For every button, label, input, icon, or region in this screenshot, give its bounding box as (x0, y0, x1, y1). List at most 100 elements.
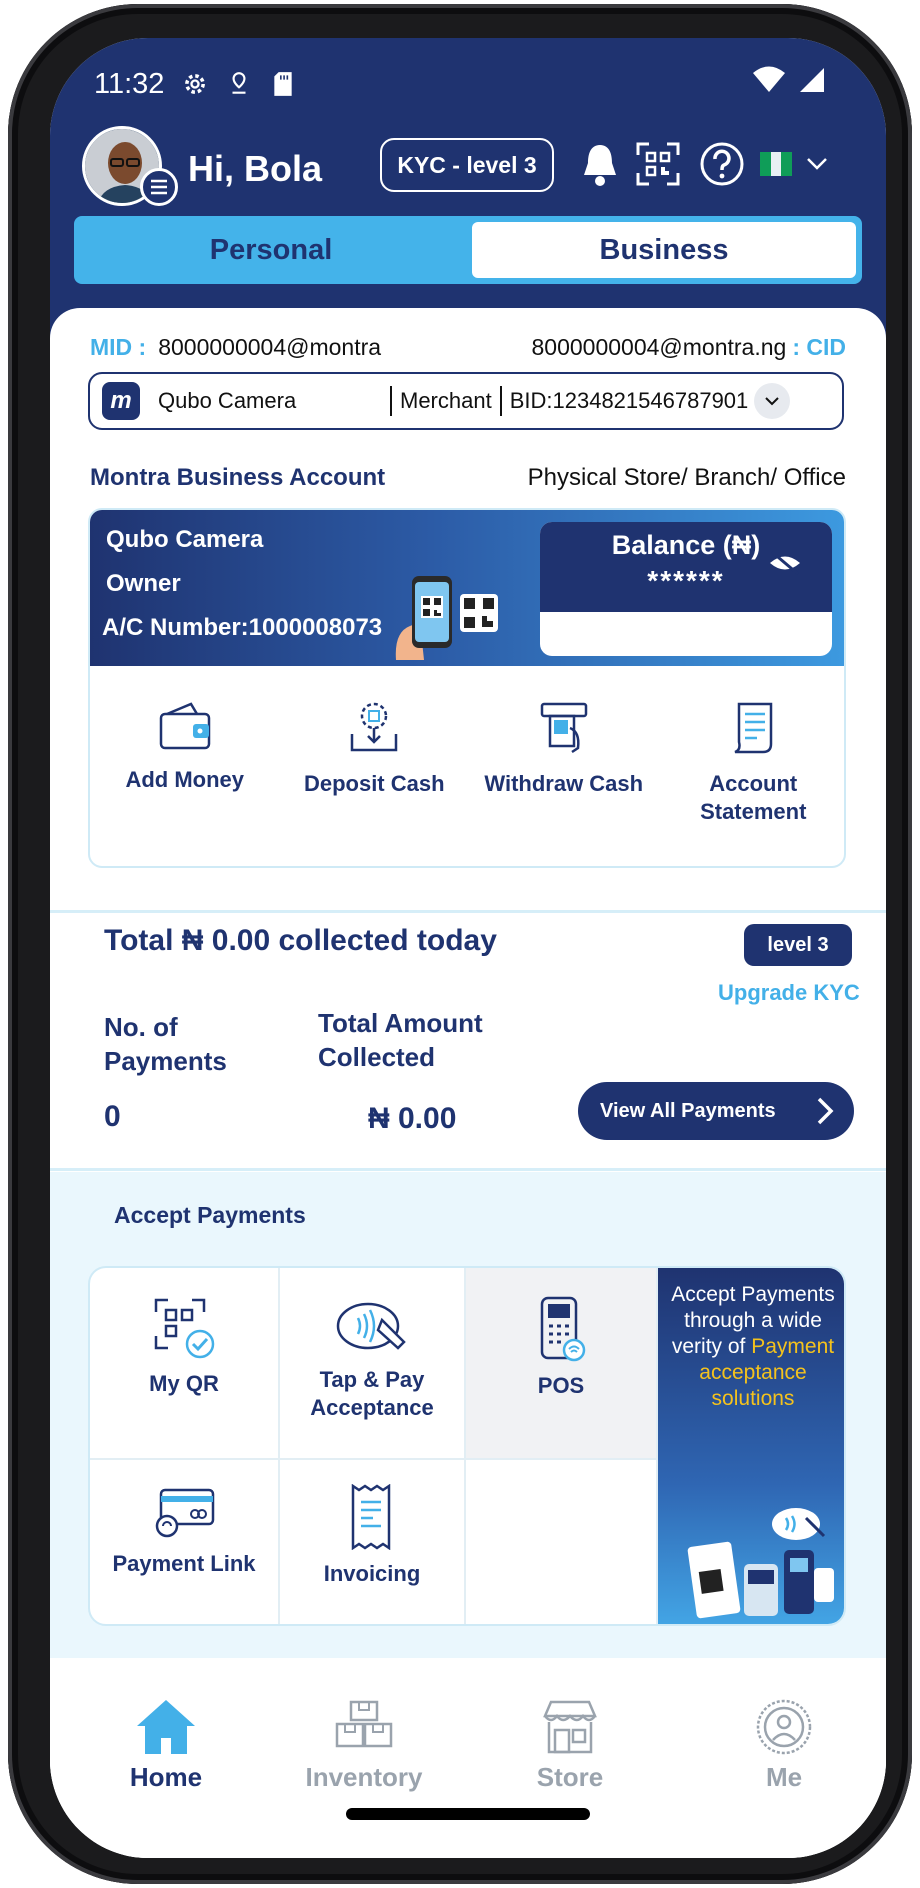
view-all-payments-label: View All Payments (600, 1099, 776, 1122)
divider (50, 1168, 886, 1171)
account-actions: Add Money Deposit Cash Withdraw Cash Acc… (90, 670, 845, 850)
deposit-cash-button[interactable]: Deposit Cash (280, 670, 470, 850)
gear-icon (180, 69, 210, 99)
kyc-level-pill[interactable]: KYC - level 3 (380, 138, 554, 192)
sd-card-icon (268, 69, 298, 99)
tab-personal[interactable]: Personal (80, 222, 462, 278)
divider (50, 910, 886, 913)
profile-icon (756, 1699, 812, 1755)
merchant-role: Merchant (400, 388, 492, 413)
grid-item-label: My QR (149, 1371, 219, 1396)
store-icon (543, 1700, 597, 1754)
payment-link-icon (155, 1488, 215, 1538)
home-indicator[interactable] (346, 1808, 590, 1820)
accept-payments-grid: My QR Tap & Pay Acceptance POS Payment L… (88, 1266, 846, 1626)
tap-pay-acceptance-button[interactable]: Tap & Pay Acceptance (280, 1268, 466, 1460)
withdraw-cash-button[interactable]: Withdraw Cash (469, 670, 659, 850)
menu-icon[interactable] (140, 168, 178, 206)
montra-logo-icon: m (102, 382, 140, 420)
help-icon[interactable] (696, 136, 748, 192)
business-name: Qubo Camera (106, 526, 264, 553)
merchant-selector[interactable]: m Qubo Camera Merchant BID:1234821546787… (88, 372, 844, 430)
chevron-down-icon[interactable] (800, 136, 834, 192)
merchant-ids: MID : 8000000004@montra 8000000004@montr… (90, 334, 846, 361)
wallet-icon (159, 702, 210, 750)
separator (499, 386, 502, 416)
nav-label: Inventory (305, 1762, 423, 1792)
grid-item-label: Payment Link (112, 1551, 256, 1576)
bell-icon[interactable] (574, 136, 626, 192)
greeting: Hi, Bola (188, 148, 323, 189)
account-banner: Qubo Camera Owner A/C Number:1000008073 … (90, 510, 844, 666)
action-label: Withdraw Cash (484, 771, 644, 796)
cid-value: 8000000004@montra.ng (531, 334, 787, 360)
action-label: Deposit Cash (303, 771, 445, 796)
location-type: Physical Store/ Branch/ Office (527, 464, 846, 491)
account-statement-button[interactable]: Account Statement (659, 670, 845, 850)
my-qr-button[interactable]: My QR (90, 1268, 280, 1460)
action-label: Add Money (125, 767, 245, 792)
nav-label: Store (536, 1762, 604, 1792)
statement-icon (734, 702, 773, 754)
account-role: Owner (106, 570, 181, 597)
mid-value: 8000000004@montra (158, 334, 382, 360)
nav-home[interactable]: Home (86, 1698, 246, 1793)
total-amount-value: ₦ 0.00 (368, 1102, 457, 1135)
phone-frame: 11:32 Hi, Bola KYC - level 3 Personal Bu… (8, 4, 912, 1884)
collected-today-title: Total ₦ 0.00 collected today (104, 924, 497, 957)
atm-withdraw-icon (540, 702, 587, 754)
balance-box: Balance (₦) ****** (540, 522, 832, 656)
merchant-bid: BID:1234821546787901 (509, 388, 749, 413)
nav-label: Me (765, 1762, 803, 1792)
tap-pay-icon (336, 1302, 406, 1350)
status-bar: 11:32 (94, 62, 826, 106)
invoice-icon (351, 1484, 391, 1550)
home-icon (137, 1700, 195, 1754)
action-label: Account Statement (700, 771, 807, 824)
tab-business[interactable]: Business (472, 222, 856, 278)
separator (390, 386, 392, 416)
grid-item-label: Tap & Pay Acceptance (310, 1367, 434, 1420)
level-badge: level 3 (744, 924, 852, 966)
signal-icon (798, 66, 826, 102)
scan-qr-icon[interactable] (632, 136, 684, 192)
nav-me[interactable]: Me (704, 1698, 864, 1793)
nav-label: Home (129, 1762, 203, 1792)
invoicing-button[interactable]: Invoicing (280, 1460, 466, 1624)
merchant-name: Qubo Camera (158, 388, 297, 413)
nigeria-flag-icon[interactable] (756, 136, 796, 192)
business-account-card: Qubo Camera Owner A/C Number:1000008073 … (88, 508, 846, 868)
bottom-nav: Home Inventory Store Me (50, 1658, 886, 1858)
account-number: A/C Number:1000008073 (102, 614, 383, 641)
cid-label: : CID (792, 334, 846, 360)
upgrade-kyc-link[interactable]: Upgrade KYC (718, 980, 860, 1006)
pos-terminal-icon (540, 1296, 586, 1362)
payments-count-value: 0 (104, 1100, 121, 1133)
accept-payments-title: Accept Payments (114, 1202, 306, 1228)
mid-label: MID : (90, 334, 147, 360)
chevron-down-icon[interactable] (754, 383, 791, 419)
nav-store[interactable]: Store (490, 1698, 650, 1793)
payments-count-label: No. of Payments (104, 1012, 227, 1076)
screen: 11:32 Hi, Bola KYC - level 3 Personal Bu… (50, 38, 886, 1858)
payment-devices-illustration (687, 1508, 834, 1619)
account-header: Montra Business Account Physical Store/ … (90, 464, 846, 492)
total-amount-label: Total Amount Collected (318, 1008, 483, 1072)
hide-balance-icon[interactable] (768, 550, 802, 581)
add-money-button[interactable]: Add Money (90, 670, 280, 850)
deposit-cash-icon (351, 702, 398, 752)
grid-item-label: Invoicing (323, 1561, 421, 1586)
account-type-toggle: Personal Business (74, 216, 862, 284)
grid-item-label: POS (537, 1373, 585, 1398)
view-all-payments-button[interactable]: View All Payments (578, 1082, 854, 1140)
accept-payments-promo[interactable]: Accept Payments through a wide verity of… (658, 1268, 844, 1624)
qr-check-icon (154, 1298, 215, 1359)
empty-cell (466, 1460, 658, 1624)
status-time: 11:32 (94, 67, 165, 100)
location-icon (224, 69, 254, 99)
pos-button[interactable]: POS (466, 1268, 658, 1460)
nav-inventory[interactable]: Inventory (284, 1698, 444, 1793)
payment-link-button[interactable]: Payment Link (90, 1460, 280, 1624)
phone-qr-illustration (390, 572, 500, 664)
account-section-title: Montra Business Account (90, 464, 386, 491)
